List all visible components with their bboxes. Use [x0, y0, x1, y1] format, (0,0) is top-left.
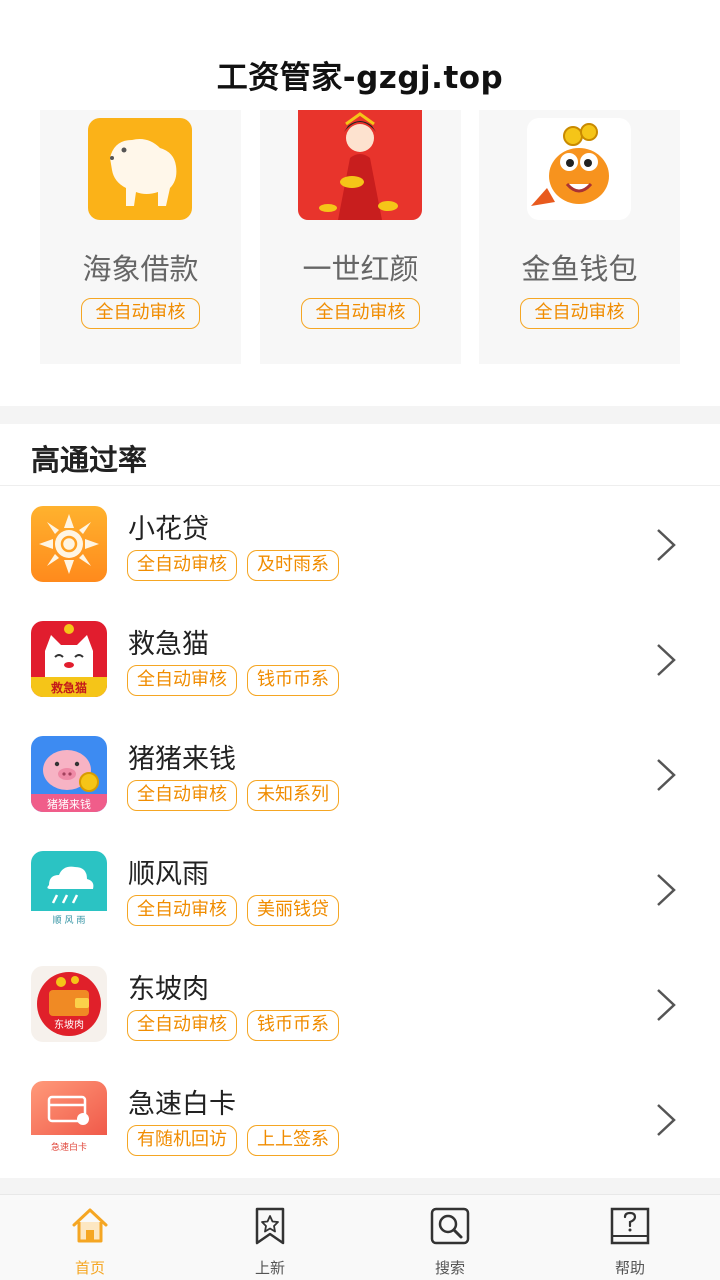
list-item[interactable]: 顺 风 雨 顺风雨 全自动审核 美丽钱贷 [0, 832, 720, 947]
product-name: 急速白卡 [128, 1089, 236, 1120]
product-name: 顺风雨 [128, 859, 209, 890]
wallet-logo-icon: 东坡肉 [31, 966, 107, 1042]
product-tag: 全自动审核 [127, 895, 237, 926]
tab-help[interactable]: 帮助 [540, 1195, 720, 1280]
product-tag: 有随机回访 [127, 1125, 237, 1156]
product-tag: 美丽钱贷 [247, 895, 339, 926]
featured-card-yishihongyan[interactable]: 一世红颜 全自动审核 [260, 110, 461, 364]
bookmark-star-icon [255, 1207, 285, 1245]
product-list: 小花贷 全自动审核 及时雨系 救急猫 救急猫 全自动审核 钱币币系 猪猪来钱 猪… [0, 487, 720, 1177]
product-tags: 有随机回访 上上签系 [127, 1125, 339, 1156]
product-tag: 钱币币系 [247, 1010, 339, 1041]
product-name: 救急猫 [128, 629, 209, 660]
featured-card-jinyu[interactable]: 金鱼钱包 全自动审核 [479, 110, 680, 364]
product-tags: 全自动审核 美丽钱贷 [127, 895, 339, 926]
list-bottom-spacer [0, 1178, 720, 1194]
product-name: 东坡肉 [128, 974, 209, 1005]
card-logo-icon: 急速白卡 [31, 1081, 107, 1157]
lucky-cat-logo-icon: 救急猫 [31, 621, 107, 697]
fortune-lady-logo-icon [298, 110, 422, 220]
featured-name: 一世红颜 [302, 252, 419, 286]
page-title: 工资管家-gzgj.top [216, 60, 504, 96]
list-item[interactable]: 急速白卡 急速白卡 有随机回访 上上签系 [0, 1062, 720, 1177]
tab-search[interactable]: 搜索 [360, 1195, 540, 1280]
auto-review-tag: 全自动审核 [520, 298, 639, 329]
icon-caption: 东坡肉 [54, 1018, 84, 1031]
auto-review-tag: 全自动审核 [81, 298, 200, 329]
help-icon [610, 1207, 650, 1245]
auto-review-tag: 全自动审核 [301, 298, 420, 329]
product-tag: 未知系列 [247, 780, 339, 811]
product-tag: 全自动审核 [127, 665, 237, 696]
tab-label: 首页 [74, 1259, 105, 1277]
product-tags: 全自动审核 钱币币系 [127, 1010, 339, 1041]
product-tag: 全自动审核 [127, 780, 237, 811]
section-divider [0, 406, 720, 424]
chevron-right-icon [657, 874, 676, 906]
tab-label: 上新 [254, 1259, 285, 1277]
tab-label: 搜索 [434, 1259, 465, 1277]
product-tags: 全自动审核 钱币币系 [127, 665, 339, 696]
featured-name: 海象借款 [82, 252, 199, 286]
tab-label: 帮助 [614, 1259, 645, 1277]
featured-products: 海象借款 全自动审核 一世红颜 全自动审核 金鱼钱包 全自动审核 [0, 110, 720, 406]
product-tag: 及时雨系 [247, 550, 339, 581]
list-item[interactable]: 猪猪来钱 猪猪来钱 全自动审核 未知系列 [0, 717, 720, 832]
icon-caption: 救急猫 [51, 680, 87, 695]
chevron-right-icon [657, 529, 676, 561]
product-name: 小花贷 [128, 514, 209, 545]
featured-card-haixiang[interactable]: 海象借款 全自动审核 [40, 110, 241, 364]
product-tags: 全自动审核 及时雨系 [127, 550, 339, 581]
icon-caption: 顺 风 雨 [53, 915, 86, 926]
sun-flower-logo-icon [31, 506, 107, 582]
goldfish-logo-icon [527, 118, 631, 220]
polar-bear-logo-icon [88, 118, 192, 220]
list-item[interactable]: 救急猫 救急猫 全自动审核 钱币币系 [0, 602, 720, 717]
bottom-tab-bar: 首页 上新 搜索 帮助 [0, 1194, 720, 1280]
product-tag: 上上签系 [247, 1125, 339, 1156]
tab-home[interactable]: 首页 [0, 1195, 180, 1280]
rain-cloud-logo-icon: 顺 风 雨 [31, 851, 107, 927]
header-bar: 工资管家-gzgj.top [0, 0, 720, 110]
chevron-right-icon [657, 644, 676, 676]
section-title: 高通过率 [31, 443, 148, 477]
product-name: 猪猪来钱 [128, 744, 236, 775]
product-tag: 全自动审核 [127, 1010, 237, 1041]
product-tags: 全自动审核 未知系列 [127, 780, 339, 811]
search-icon [430, 1207, 470, 1245]
product-tag: 全自动审核 [127, 550, 237, 581]
icon-caption: 猪猪来钱 [47, 797, 91, 811]
product-tag: 钱币币系 [247, 665, 339, 696]
home-icon [72, 1208, 108, 1243]
featured-name: 金鱼钱包 [521, 252, 638, 286]
chevron-right-icon [657, 759, 676, 791]
list-item[interactable]: 小花贷 全自动审核 及时雨系 [0, 487, 720, 602]
section-header: 高通过率 [0, 424, 720, 486]
tab-new[interactable]: 上新 [180, 1195, 360, 1280]
chevron-right-icon [657, 1104, 676, 1136]
piggy-logo-icon: 猪猪来钱 [31, 736, 107, 812]
list-item[interactable]: 东坡肉 东坡肉 全自动审核 钱币币系 [0, 947, 720, 1062]
chevron-right-icon [657, 989, 676, 1021]
icon-caption: 急速白卡 [51, 1141, 87, 1153]
